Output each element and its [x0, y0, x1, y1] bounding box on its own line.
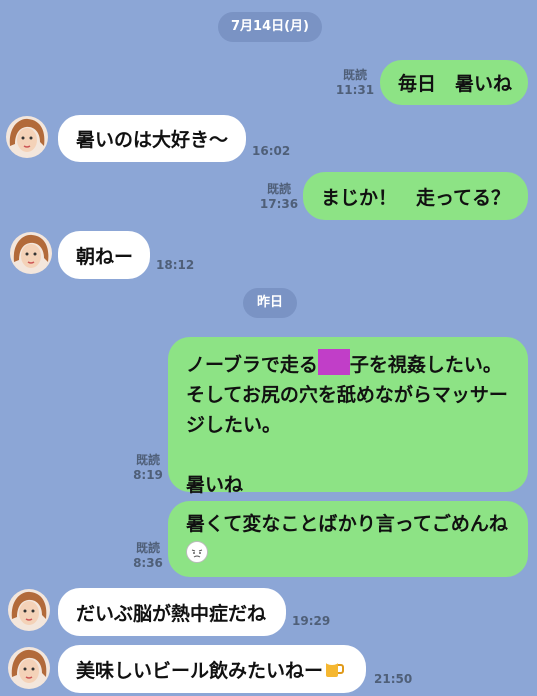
message-text: 朝ねー [76, 245, 134, 268]
message-bubble-outgoing[interactable]: ノーブラで走る 子を視姦したい。そしてお尻の穴を舐めながらマッサージしたい。 暑い… [168, 337, 528, 496]
message-time: 18:12 [156, 258, 195, 272]
message-text: 美味しいビール飲みたいねー [76, 659, 324, 682]
sweat-face-emoji-icon [186, 541, 208, 563]
message-text: 暑いのは大好き～ [76, 129, 229, 151]
message-meta: 既読 8:36 [128, 541, 168, 571]
contact-avatar-icon[interactable] [6, 116, 48, 158]
read-receipt: 既読 [266, 182, 291, 196]
contact-avatar-icon[interactable] [8, 647, 50, 689]
message-time: 11:31 [335, 83, 375, 97]
message-bubble-outgoing[interactable]: 毎日 暑いね [380, 60, 528, 105]
message-time: 8:36 [133, 556, 163, 570]
message-text: 暑くて変なことばかり言ってごめんね [186, 513, 508, 535]
message-meta: 既読 8:19 [128, 453, 168, 483]
read-receipt: 既読 [135, 541, 160, 555]
message-text: 暑いね [186, 474, 244, 496]
message-text: まじか！ 走ってる？ [321, 186, 511, 209]
message-time: 16:02 [252, 144, 291, 158]
contact-avatar-icon[interactable] [10, 232, 52, 274]
message-bubble-incoming[interactable]: 暑いのは大好き～ [58, 115, 246, 162]
contact-avatar-icon[interactable] [8, 589, 50, 631]
message-bubble-incoming[interactable]: 朝ねー [58, 231, 150, 279]
message-bubble-outgoing[interactable]: 暑くて変なことばかり言ってごめんね [168, 501, 528, 577]
read-receipt: 既読 [342, 68, 367, 82]
message-text: ノーブラで走る [186, 354, 318, 376]
message-bubble-incoming[interactable]: 美味しいビール飲みたいねー [58, 645, 366, 693]
date-separator: 昨日 [243, 288, 297, 318]
date-label: 昨日 [256, 295, 283, 310]
redaction-block [317, 349, 350, 375]
message-time: 19:29 [292, 614, 331, 628]
message-time: 17:36 [259, 197, 299, 211]
beer-mug-emoji-icon [323, 655, 345, 684]
message-text: だいぶ脳が熱中症だね [76, 602, 267, 625]
date-separator: 7月14日(月) [218, 12, 322, 42]
message-bubble-incoming[interactable]: だいぶ脳が熱中症だね [58, 588, 286, 636]
message-bubble-outgoing[interactable]: まじか！ 走ってる？ [303, 172, 528, 220]
message-text: 毎日 暑いね [398, 73, 513, 95]
read-receipt: 既読 [135, 453, 160, 467]
date-label: 7月14日(月) [230, 19, 310, 34]
message-time: 21:50 [374, 672, 413, 686]
message-meta: 既読 17:36 [258, 182, 300, 212]
message-time: 8:19 [133, 468, 163, 482]
message-meta: 既読 11:31 [334, 68, 376, 98]
